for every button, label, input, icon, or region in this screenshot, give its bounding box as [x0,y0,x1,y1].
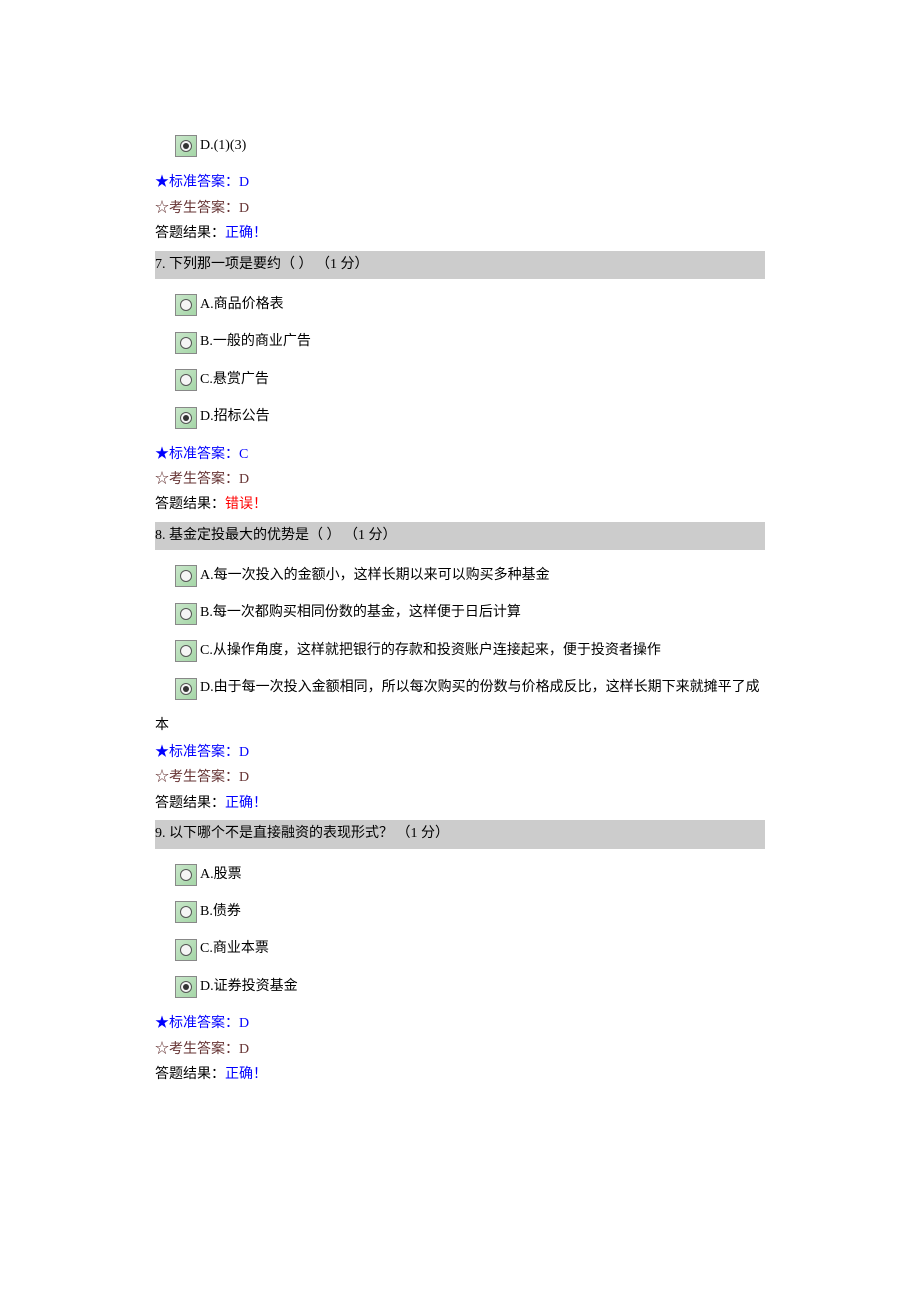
option-row: A.每一次投入的金额小，这样长期以来可以购买多种基金 [175,565,765,587]
option-row: D.由于每一次投入金额相同，所以每次购买的份数与价格成反比，这样长期下来就摊平了… [175,677,765,699]
radio-button[interactable] [175,939,197,961]
result-row: 答题结果：错误！ [155,494,765,516]
radio-button[interactable] [175,332,197,354]
result-label: 答题结果： [155,226,225,241]
option-continuation: 本 [155,715,765,737]
radio-unselected-icon [180,337,192,349]
question-header: 7. 下列那一项是要约（ ） （1 分） [155,251,765,279]
option-row: D.招标公告 [175,406,765,428]
radio-unselected-icon [180,645,192,657]
radio-selected-icon [180,981,192,993]
option-label: B.一般的商业广告 [200,331,311,353]
radio-button[interactable] [175,640,197,662]
radio-button[interactable] [175,864,197,886]
radio-button[interactable] [175,603,197,625]
option-row: C.悬赏广告 [175,369,765,391]
result-value: 正确！ [225,226,267,241]
standard-answer: ★标准答案：D [155,742,765,764]
radio-unselected-icon [180,374,192,386]
question-header: 8. 基金定投最大的优势是（ ） （1 分） [155,522,765,550]
student-answer: ☆考生答案：D [155,469,765,491]
option-row: B.一般的商业广告 [175,331,765,353]
option-label: C.悬赏广告 [200,369,269,391]
option-label: D.招标公告 [200,406,270,428]
radio-unselected-icon [180,608,192,620]
radio-selected-icon [180,683,192,695]
radio-button[interactable] [175,678,197,700]
radio-unselected-icon [180,906,192,918]
radio-unselected-icon [180,944,192,956]
student-answer: ☆考生答案：D [155,767,765,789]
result-value: 正确！ [225,796,267,811]
radio-button[interactable] [175,369,197,391]
option-label: A.股票 [200,864,242,886]
option-label: B.每一次都购买相同份数的基金，这样便于日后计算 [200,602,521,624]
option-label: A.每一次投入的金额小，这样长期以来可以购买多种基金 [200,565,550,587]
radio-selected-icon [180,140,192,152]
result-label: 答题结果： [155,1067,225,1082]
option-row: C.从操作角度，这样就把银行的存款和投资账户连接起来，便于投资者操作 [175,640,765,662]
option-label: C.从操作角度，这样就把银行的存款和投资账户连接起来，便于投资者操作 [200,640,661,662]
option-row: C.商业本票 [175,938,765,960]
result-row: 答题结果：正确！ [155,1064,765,1086]
option-row: B.每一次都购买相同份数的基金，这样便于日后计算 [175,602,765,624]
result-row: 答题结果：正确！ [155,223,765,245]
student-answer: ☆考生答案：D [155,198,765,220]
option-row: D.(1)(3) [175,135,765,157]
radio-button[interactable] [175,565,197,587]
result-label: 答题结果： [155,796,225,811]
result-value: 正确！ [225,1067,267,1082]
radio-button[interactable] [175,407,197,429]
option-row: A.股票 [175,864,765,886]
radio-button[interactable] [175,976,197,998]
radio-unselected-icon [180,869,192,881]
radio-selected-icon [180,412,192,424]
option-row: D.证券投资基金 [175,976,765,998]
radio-unselected-icon [180,570,192,582]
radio-button[interactable] [175,135,197,157]
radio-button[interactable] [175,294,197,316]
question-header: 9. 以下哪个不是直接融资的表现形式？ （1 分） [155,820,765,848]
result-label: 答题结果： [155,497,225,512]
result-value: 错误！ [225,497,267,512]
option-label: A.商品价格表 [200,294,284,316]
option-row: A.商品价格表 [175,294,765,316]
option-label: D.由于每一次投入金额相同，所以每次购买的份数与价格成反比，这样长期下来就摊平了… [200,677,760,699]
option-label: B.债券 [200,901,241,923]
standard-answer: ★标准答案：D [155,172,765,194]
result-row: 答题结果：正确！ [155,793,765,815]
option-label: C.商业本票 [200,938,269,960]
radio-unselected-icon [180,299,192,311]
option-row: B.债券 [175,901,765,923]
standard-answer: ★标准答案：D [155,1013,765,1035]
option-label: D.证券投资基金 [200,976,298,998]
standard-answer: ★标准答案：C [155,444,765,466]
student-answer: ☆考生答案：D [155,1039,765,1061]
radio-button[interactable] [175,901,197,923]
option-label: D.(1)(3) [200,135,246,157]
